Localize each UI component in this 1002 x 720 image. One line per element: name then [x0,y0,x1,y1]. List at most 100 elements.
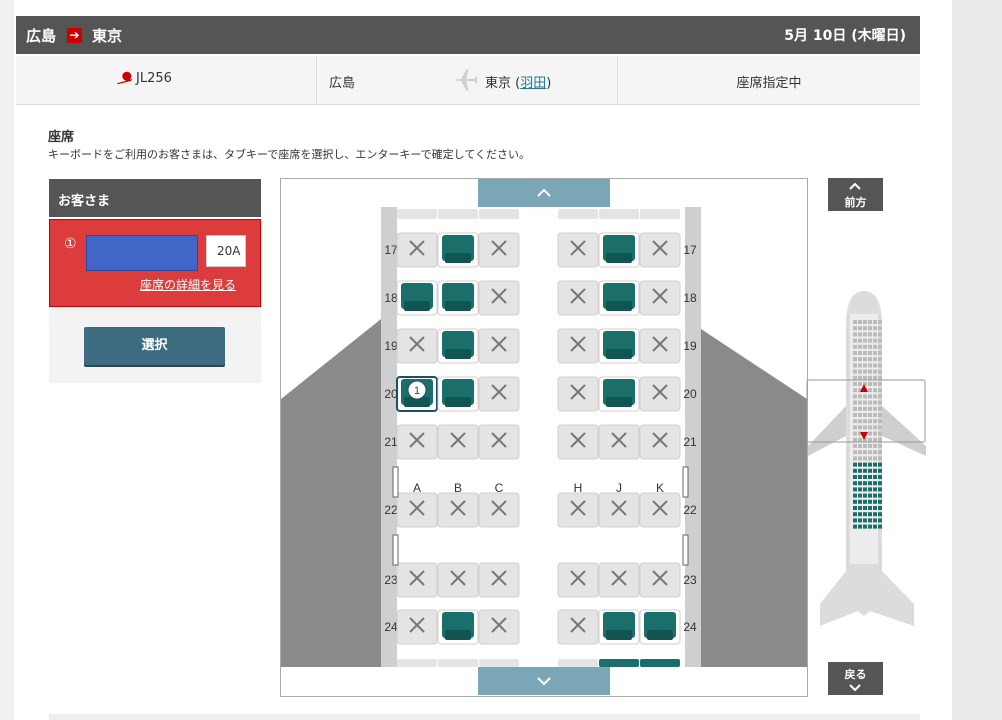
mini-seat [853,338,857,343]
column-label: J [616,481,622,495]
route-arrow-icon: ➔ [67,28,82,43]
mini-seat [868,487,872,492]
mini-seat [858,450,862,455]
mini-seat [878,357,882,362]
seat-body [639,280,681,316]
mini-seat [868,369,872,374]
seat-detail-link[interactable]: 座席の詳細を見る [140,276,236,293]
seat-body [639,232,681,268]
mini-seat [858,456,862,461]
seat-body [598,562,640,598]
mini-seat [858,437,862,442]
mini-seat [858,481,862,486]
seat-17B[interactable] [437,232,479,268]
mini-seat [873,524,877,529]
seat-partial [640,659,680,667]
mini-seat [878,456,882,461]
mini-seat [873,444,877,448]
mini-seat [863,351,867,355]
mini-seat [853,493,857,498]
mini-seat [858,382,862,386]
mini-seat [858,462,862,467]
back-button[interactable]: 戻る [828,662,883,695]
mini-seat [878,326,882,331]
seat-24J[interactable] [598,609,640,645]
passenger-card[interactable]: ① 20A 座席の詳細を見る [49,219,261,307]
mini-seat [868,499,872,504]
mini-seat [863,344,867,349]
seat-base [445,301,471,311]
mini-seat [878,406,882,411]
mini-seat [853,320,857,324]
forward-button[interactable]: 前方 [828,178,883,211]
mini-seat [873,512,877,517]
seat-18B[interactable] [437,280,479,316]
chevron-down-icon [849,684,861,692]
seat-body [598,492,640,528]
flight-origin: 広島 [329,76,356,91]
mini-seat [853,400,857,405]
mini-seat [868,512,872,517]
mini-seat [868,357,872,362]
mini-seat [858,487,862,492]
seat-19B[interactable] [437,328,479,364]
seat-19C [478,328,520,364]
passenger-panel-header: お客さま [49,179,261,217]
row-number-left: 17 [384,243,398,257]
row-number-left: 18 [384,291,398,305]
seat-body [396,232,438,268]
select-button[interactable]: 選択 [84,327,225,365]
seat-17J[interactable] [598,232,640,268]
mini-seat [868,518,872,523]
seat-19H [557,328,599,364]
mini-seat [868,493,872,498]
mini-seat [878,518,882,523]
seat-22A [396,492,438,528]
seat-partial [558,209,598,219]
seat-21B [437,424,479,460]
mini-seat [863,506,867,510]
seat-20A[interactable]: 1 [396,376,438,412]
seat-19J[interactable] [598,328,640,364]
mini-seat [863,320,867,324]
airplane-icon [453,69,478,91]
seat-partial [479,659,519,667]
mini-seat [873,326,877,331]
mini-seat [878,338,882,343]
selected-marker-number: 1 [414,385,420,397]
mini-seat [853,413,857,417]
mini-seat [878,332,882,337]
seat-partial [599,209,639,219]
seat-partial [640,209,680,219]
mini-seat [863,413,867,417]
scroll-down-button[interactable] [478,667,610,695]
seat-body [437,492,479,528]
seat-18A[interactable] [396,280,438,316]
seat-24H [557,609,599,645]
route-header: 広島 ➔ 東京 5月 10日 (木曜日) [16,16,920,54]
mini-seat [863,499,867,504]
mini-seat [878,375,882,380]
mini-seat [878,419,882,424]
row-number-left: 24 [384,620,398,634]
chevron-down-icon [537,677,551,686]
destination-airport-link[interactable]: 羽田 [520,76,546,91]
seat-body [639,492,681,528]
seat-body [557,376,599,412]
seat-20J[interactable] [598,376,640,412]
chevron-up-icon [849,182,861,190]
mini-seat [878,425,882,430]
destination-suffix: ) [546,76,552,91]
mini-seat [863,369,867,374]
scroll-up-button[interactable] [478,179,610,207]
mini-seat [873,456,877,461]
seat-24B[interactable] [437,609,479,645]
seat-24K[interactable] [639,609,681,645]
seat-20B[interactable] [437,376,479,412]
mini-seat [868,351,872,355]
seat-body [478,376,520,412]
mini-seat [878,382,882,386]
seat-18J[interactable] [598,280,640,316]
aircraft-overview-map[interactable] [806,286,946,646]
mini-seat [868,413,872,417]
